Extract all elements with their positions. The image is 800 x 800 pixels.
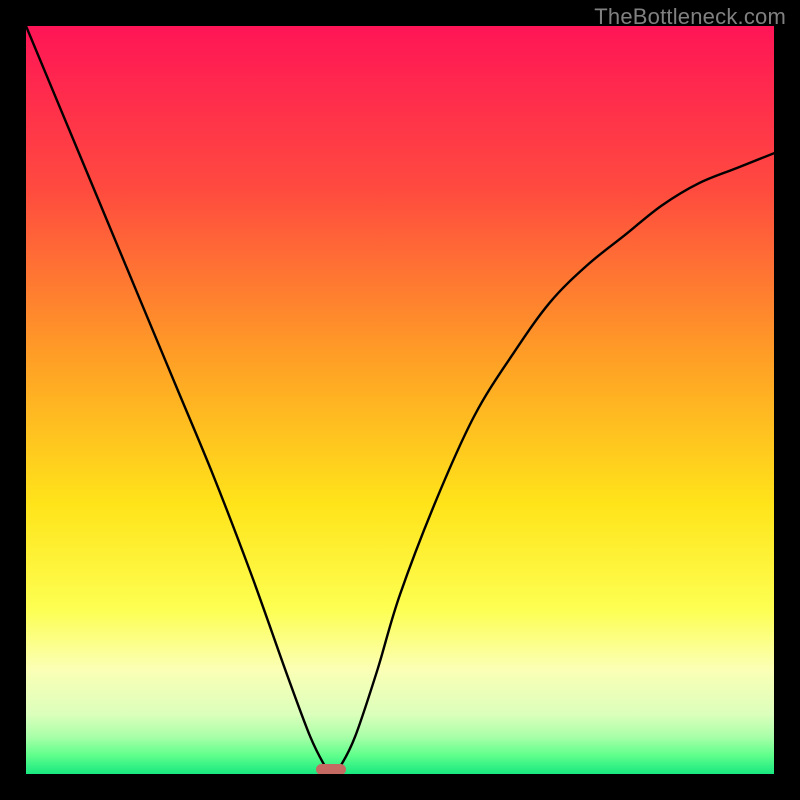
plot-area <box>26 26 774 774</box>
bottleneck-curve <box>26 26 774 774</box>
watermark-text: TheBottleneck.com <box>594 4 786 30</box>
figure-root: TheBottleneck.com <box>0 0 800 800</box>
optimum-marker <box>316 764 346 774</box>
curve-path <box>26 26 774 774</box>
